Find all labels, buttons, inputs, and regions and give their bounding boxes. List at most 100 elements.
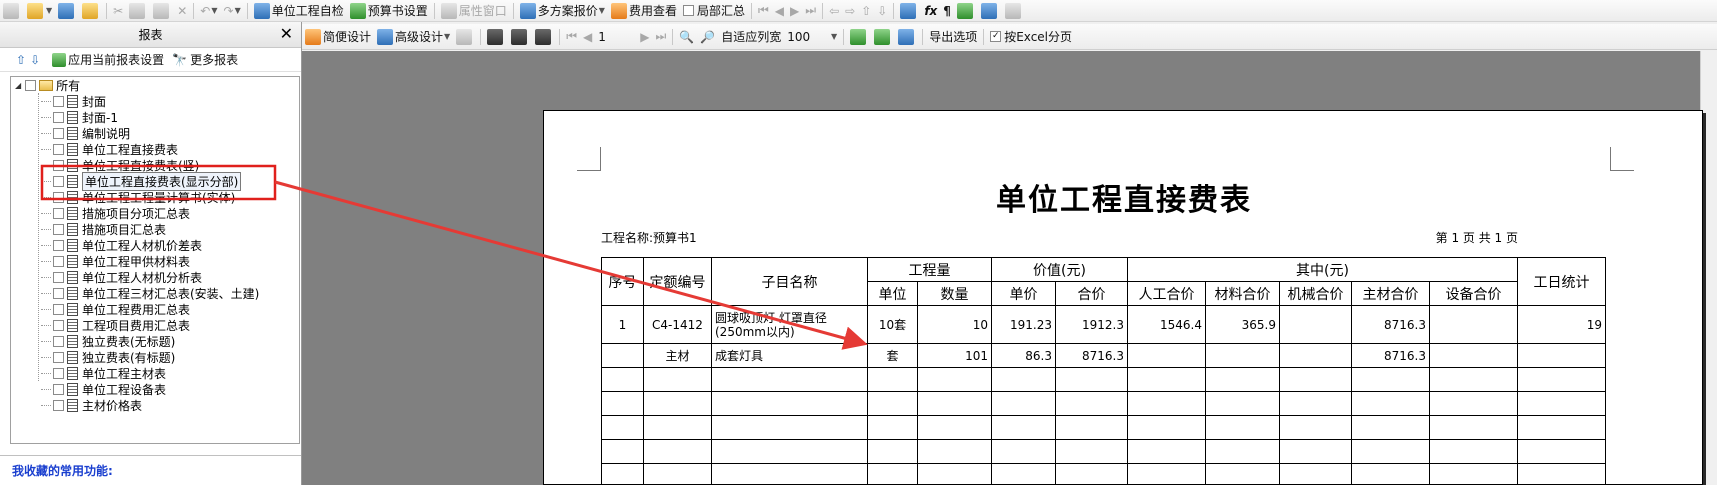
copy-button[interactable] <box>126 1 150 21</box>
prev-record-button[interactable]: ◀ <box>772 1 787 21</box>
tree-item[interactable]: 单位工程直接费表(显示分部) <box>11 171 299 191</box>
export-other-button[interactable] <box>895 27 919 47</box>
calculator-button[interactable] <box>897 1 921 21</box>
undo-button[interactable]: ↶ ▼ <box>197 1 220 21</box>
first-page-button[interactable]: ⏮ <box>563 27 580 47</box>
paragraph-button[interactable]: ¶ <box>940 1 954 21</box>
zoom-select[interactable]: 100 ▼ <box>784 27 840 47</box>
tree-checkbox[interactable] <box>53 271 64 283</box>
tree-item[interactable]: 措施项目汇总表 <box>11 221 299 237</box>
page-number-field[interactable]: 1 <box>595 27 637 47</box>
zoom-in-button[interactable]: 🔍 <box>676 27 697 47</box>
folder-button[interactable] <box>79 1 103 21</box>
move-left-button[interactable]: ⇦ <box>826 1 842 21</box>
export-options-button[interactable]: 导出选项 <box>926 27 980 47</box>
tree-checkbox[interactable] <box>53 383 64 395</box>
close-icon[interactable]: ✕ <box>280 25 293 43</box>
tree-checkbox[interactable] <box>25 79 37 91</box>
tree-item[interactable]: 封面-1 <box>11 109 299 125</box>
budget-settings-button[interactable]: 预算书设置 <box>347 1 431 21</box>
delete-button[interactable]: ✕ <box>174 1 190 21</box>
excel-paging-toggle[interactable]: ✓ 按Excel分页 <box>987 27 1075 47</box>
tree-item[interactable]: 单位工程甲供材料表 <box>11 253 299 269</box>
redo-button[interactable]: ↷ ▼ <box>221 1 244 21</box>
two-page-button[interactable] <box>508 27 532 47</box>
tree-item[interactable]: 措施项目分项汇总表 <box>11 205 299 221</box>
tree-checkbox[interactable] <box>53 335 64 347</box>
tree-checkbox[interactable] <box>53 191 64 203</box>
tree-checkbox[interactable] <box>53 255 64 267</box>
tree-checkbox[interactable] <box>53 287 64 299</box>
zoom-out-button[interactable]: 🔎 <box>697 27 718 47</box>
multi-page-button[interactable] <box>532 27 556 47</box>
cut-button[interactable]: ✂ <box>110 1 126 21</box>
export-excel2-button[interactable] <box>871 27 895 47</box>
apply-settings-button[interactable]: 应用当前报表设置 <box>52 50 164 70</box>
unit-check-button[interactable]: 单位工程自检 <box>251 1 347 21</box>
next-record-button[interactable]: ▶ <box>787 1 802 21</box>
tree-item[interactable]: 独立费表(无标题) <box>11 333 299 349</box>
tree-checkbox[interactable] <box>53 175 64 187</box>
tree-checkbox[interactable] <box>53 399 64 411</box>
paste-button[interactable] <box>150 1 174 21</box>
move-down-icon[interactable]: ⇩ <box>30 53 40 67</box>
tree-item[interactable]: 工程项目费用汇总表 <box>11 317 299 333</box>
open-button[interactable]: ▼ <box>24 1 55 21</box>
book-button[interactable] <box>954 1 978 21</box>
image-button[interactable] <box>978 1 1002 21</box>
tree-checkbox[interactable] <box>53 127 64 139</box>
last-page-button[interactable]: ⏭ <box>652 27 669 47</box>
advanced-design-label: 高级设计 <box>395 30 444 44</box>
tree-checkbox[interactable] <box>53 303 64 315</box>
move-up-icon[interactable]: ⇧ <box>16 53 26 67</box>
new-file-button[interactable] <box>0 1 24 21</box>
single-page-button[interactable] <box>484 27 508 47</box>
tree-item[interactable]: 单位工程直接费表 <box>11 141 299 157</box>
tree-checkbox[interactable] <box>53 111 64 123</box>
tree-item[interactable]: 单位工程三材汇总表(安装、土建) <box>11 285 299 301</box>
list-button[interactable] <box>1002 1 1026 21</box>
partial-summary-button[interactable]: 局部汇总 <box>680 1 748 21</box>
tree-checkbox[interactable] <box>53 143 64 155</box>
first-record-button[interactable]: ⏮ <box>755 1 772 21</box>
collapse-icon[interactable]: ◢ <box>15 81 21 90</box>
tree-checkbox[interactable] <box>53 319 64 331</box>
tree-checkbox[interactable] <box>53 223 64 235</box>
move-down-button[interactable]: ⇩ <box>874 1 890 21</box>
tree-checkbox[interactable] <box>53 95 64 107</box>
save-button[interactable] <box>55 1 79 21</box>
property-window-button[interactable]: 属性窗口 <box>438 1 510 21</box>
tree-root[interactable]: ◢ 所有 <box>11 77 299 93</box>
next-page-button[interactable]: ▶ <box>637 27 652 47</box>
tree-checkbox[interactable] <box>53 159 64 171</box>
more-reports-button[interactable]: 🔭 更多报表 <box>168 50 238 70</box>
tree-item[interactable]: 封面 <box>11 93 299 109</box>
tree-item[interactable]: 单位工程人材机价差表 <box>11 237 299 253</box>
simple-design-button[interactable]: 简便设计 <box>302 27 374 47</box>
last-record-button[interactable]: ⏭ <box>802 1 819 21</box>
move-right-button[interactable]: ⇨ <box>842 1 858 21</box>
tree-item[interactable]: 单位工程设备表 <box>11 381 299 397</box>
prev-page-button[interactable]: ◀ <box>580 27 595 47</box>
fit-width-button[interactable]: 自适应列宽 <box>718 27 784 47</box>
partial-summary-checkbox[interactable] <box>682 5 694 16</box>
tree-item[interactable]: 单位工程人材机分析表 <box>11 269 299 285</box>
tree-item[interactable]: 编制说明 <box>11 125 299 141</box>
tree-checkbox[interactable] <box>53 239 64 251</box>
tree-checkbox[interactable] <box>53 351 64 363</box>
cost-view-button[interactable]: 费用查看 <box>608 1 680 21</box>
tree-item[interactable]: 单位工程工程量计算书(实体) <box>11 189 299 205</box>
print-button[interactable] <box>453 27 477 47</box>
tree-item[interactable]: 主材价格表 <box>11 397 299 413</box>
move-up-button[interactable]: ⇧ <box>858 1 874 21</box>
advanced-design-button[interactable]: 高级设计 ▼ <box>374 27 453 47</box>
tree-item[interactable]: 单位工程主材表 <box>11 365 299 381</box>
tree-checkbox[interactable] <box>53 207 64 219</box>
formula-button[interactable]: fx <box>921 1 940 21</box>
export-excel-button[interactable] <box>847 27 871 47</box>
excel-paging-checkbox[interactable]: ✓ <box>990 31 1002 42</box>
tree-item[interactable]: 独立费表(有标题) <box>11 349 299 365</box>
tree-checkbox[interactable] <box>53 367 64 379</box>
multi-scheme-quote-button[interactable]: 多方案报价 ▼ <box>517 1 608 21</box>
tree-item[interactable]: 单位工程费用汇总表 <box>11 301 299 317</box>
